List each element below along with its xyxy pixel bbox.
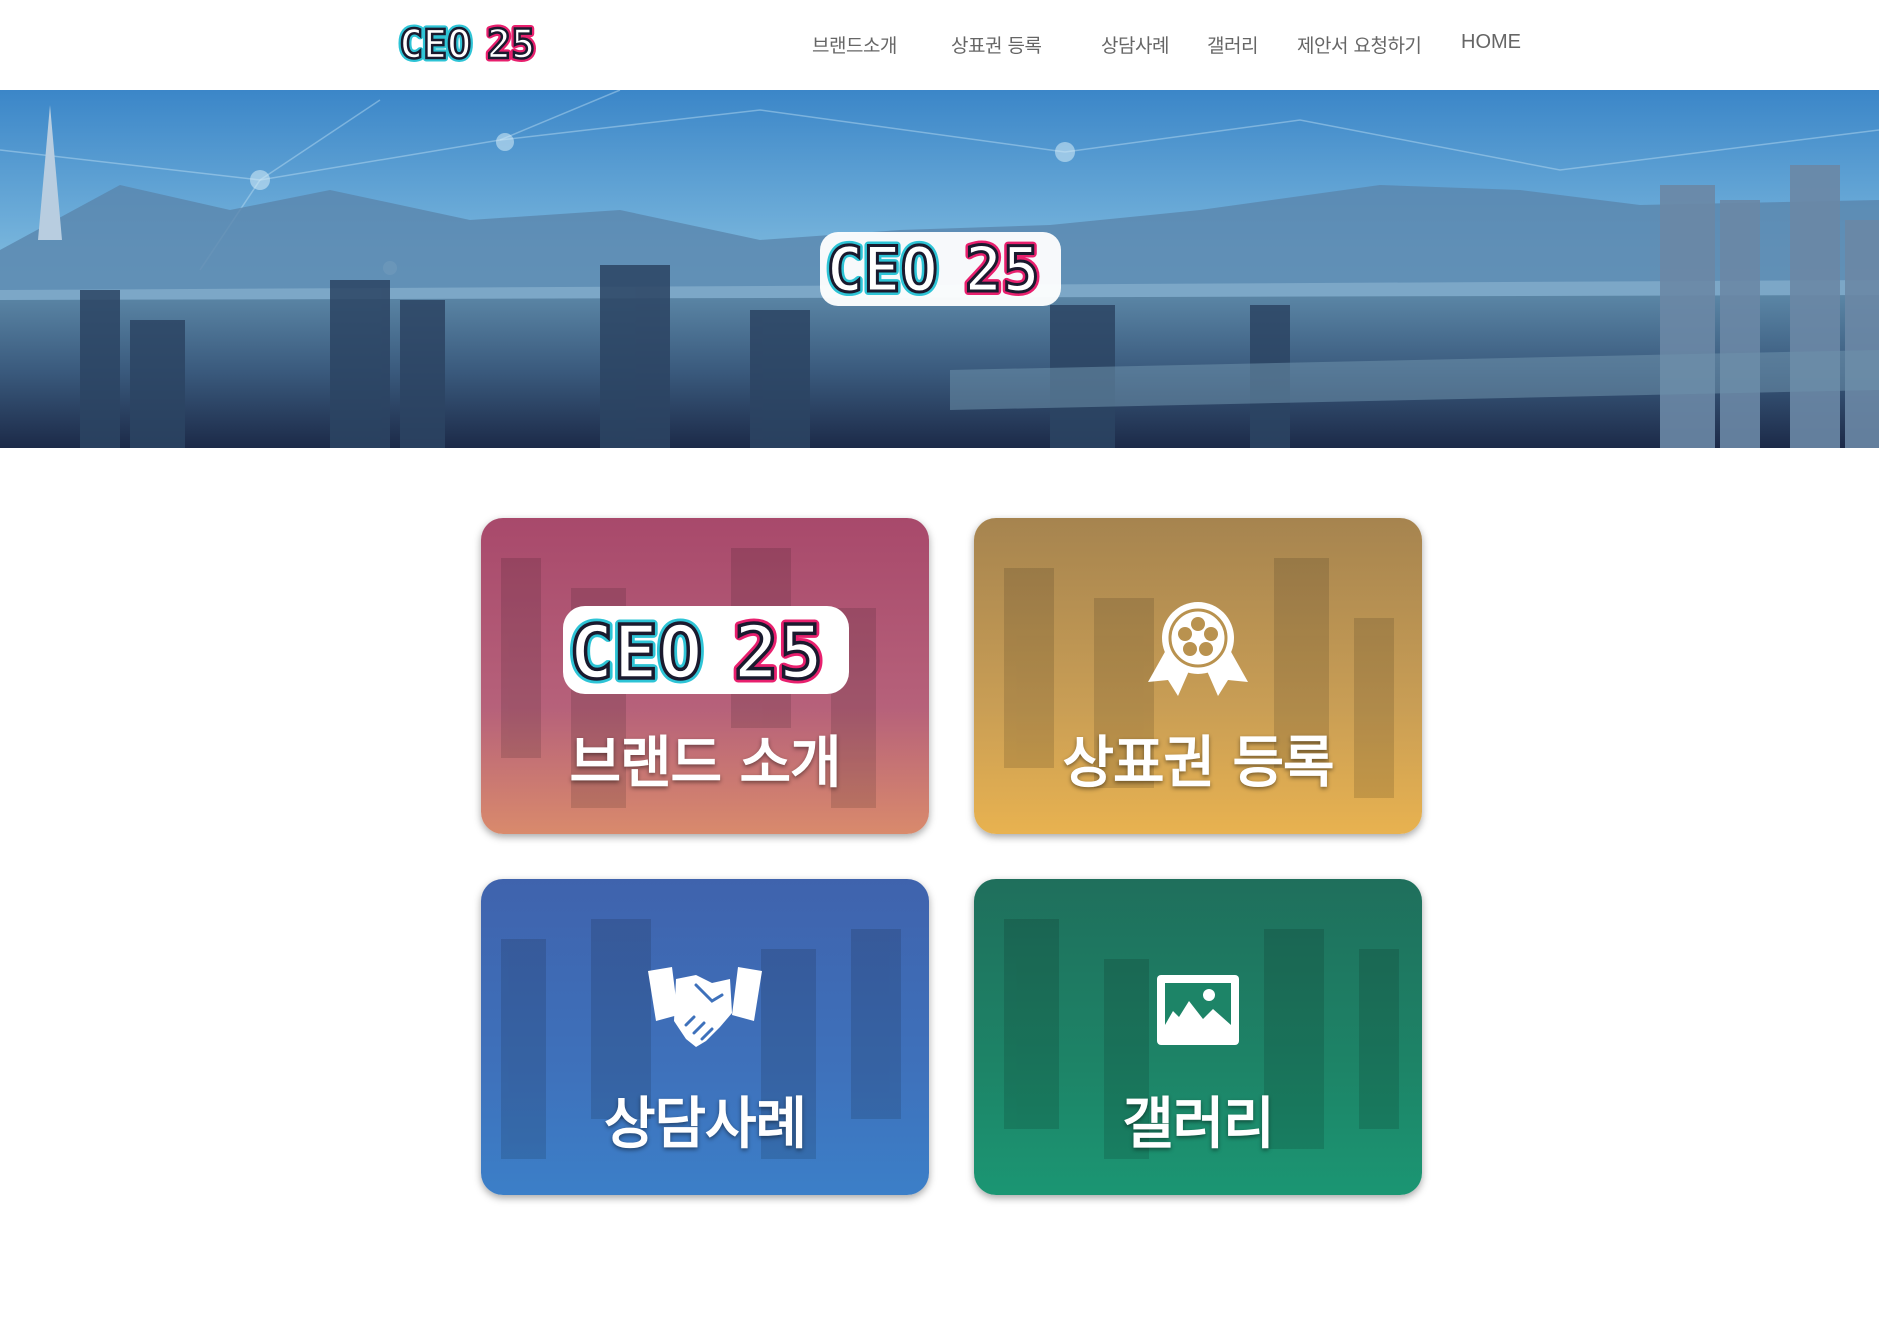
card-title: 상담사례 [603,1092,807,1157]
card-consultation-cases[interactable]: 상담사례 [481,879,929,1195]
nav-cases[interactable]: 상담사례 [1101,31,1169,58]
nav-brand[interactable]: 브랜드소개 [812,31,897,58]
nav-home[interactable]: HOME [1461,31,1521,54]
nav-gallery[interactable]: 갤러리 [1207,31,1258,58]
nav-proposal[interactable]: 제안서 요청하기 [1297,31,1422,58]
nav-trademark[interactable]: 상표권 등록 [951,31,1042,58]
card-title: 브랜드 소개 [569,731,841,796]
handshake-icon [646,965,764,1059]
picture-frame-icon [1155,973,1241,1051]
ceo25-logo-icon: CEO CEO 25 25 [561,602,851,702]
hero-logo: CEO CEO 25 25 [818,228,1063,310]
svg-text:25: 25 [734,610,823,696]
svg-text:25: 25 [965,233,1040,306]
card-brand-intro[interactable]: CEO CEO 25 25 브랜드 소개 [481,518,929,834]
svg-text:CEO: CEO [826,233,938,306]
site-header: CEO CEO 25 25 브랜드소개 상표권 등록 상담사례 갤러리 제안서 … [0,0,1879,90]
main-nav: 브랜드소개 상표권 등록 상담사례 갤러리 제안서 요청하기 HOME [0,0,1879,90]
svg-text:CEO: CEO [569,610,703,696]
award-badge-icon [1144,600,1252,704]
card-title: 상표권 등록 [1062,731,1334,796]
hero-banner: CEO CEO 25 25 [0,90,1879,448]
card-title: 갤러리 [1122,1092,1275,1157]
card-trademark-registration[interactable]: 상표권 등록 [974,518,1422,834]
card-gallery[interactable]: 갤러리 [974,879,1422,1195]
